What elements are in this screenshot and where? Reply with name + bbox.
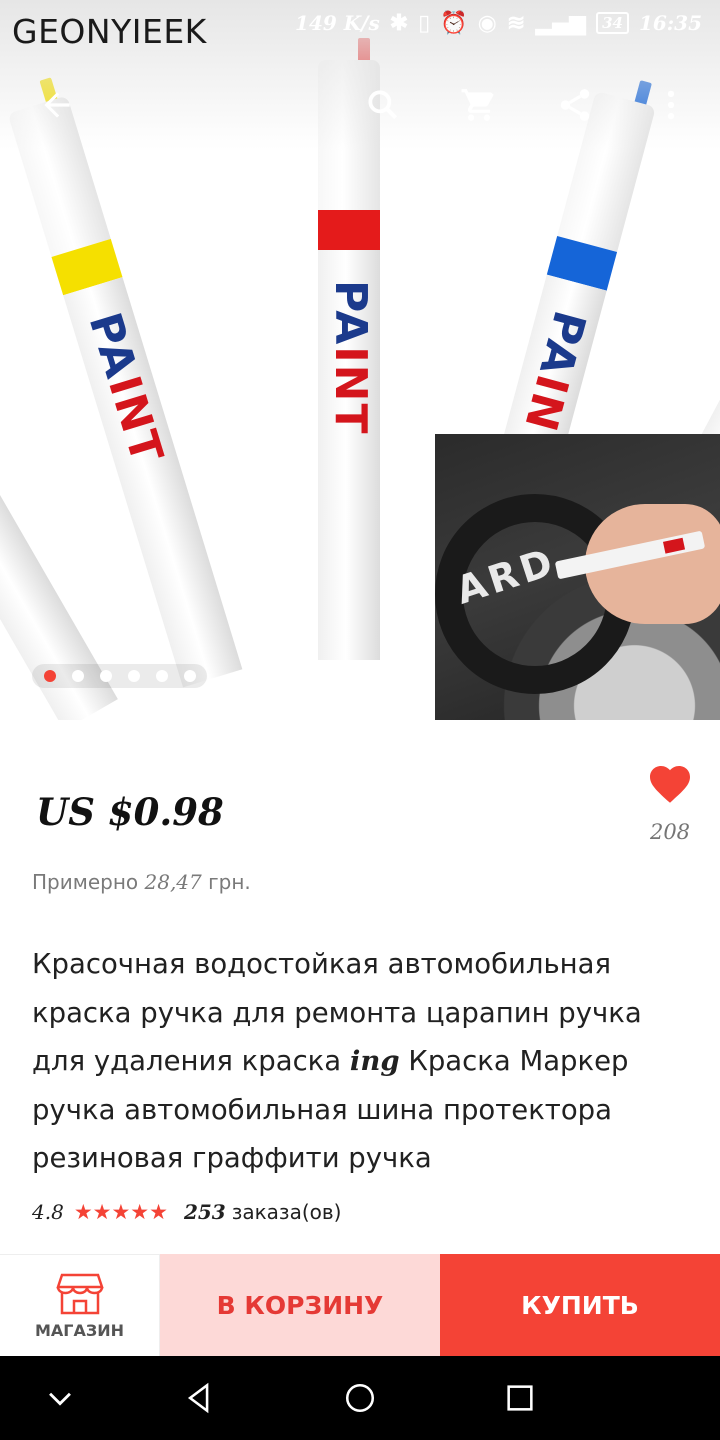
brand-watermark: GEONYIEEK [12, 12, 207, 51]
orders-count: 253 [183, 1200, 226, 1224]
wifi-icon: ≋ [506, 10, 526, 36]
eye-icon: ◉ [477, 10, 497, 36]
gallery-dot[interactable] [100, 670, 112, 682]
approx-currency: грн. [208, 870, 251, 894]
bluetooth-icon: ✱ [389, 10, 409, 36]
rating-row[interactable]: 4.8 ★★★★★ 253 заказа(ов) [32, 1200, 341, 1224]
nav-recents-icon [507, 1385, 533, 1411]
product-title: Красочная водостойкая автомобильная крас… [32, 940, 672, 1183]
orders-label: заказа(ов) [231, 1200, 342, 1224]
approx-price: Примерно 28,47 грн. [32, 870, 251, 894]
gallery-dot[interactable] [156, 670, 168, 682]
search-button[interactable] [356, 78, 410, 132]
more-icon [667, 90, 675, 120]
chevron-down-icon [49, 1392, 71, 1406]
vibrate-icon: ▯ [418, 10, 431, 36]
nav-back-button[interactable] [178, 1376, 222, 1420]
nav-home-icon [345, 1383, 375, 1413]
battery-icon: 34 [596, 12, 629, 34]
cart-button[interactable] [452, 78, 506, 132]
back-arrow-icon [44, 92, 70, 118]
tire-usage-photo: ARD [435, 434, 720, 720]
product-price: US $0.98 [36, 790, 224, 834]
store-icon [55, 1273, 104, 1315]
rating-value: 4.8 [32, 1200, 64, 1224]
share-icon [560, 89, 590, 121]
approx-prefix: Примерно [32, 870, 139, 894]
gallery-dot[interactable] [128, 670, 140, 682]
store-button[interactable]: МАГАЗИН [0, 1254, 160, 1356]
store-label: МАГАЗИН [34, 1321, 125, 1340]
paint-marker-red: PAINT [318, 38, 380, 660]
nav-home-button[interactable] [338, 1376, 382, 1420]
title-text-ing: ing [349, 1045, 400, 1077]
gallery-dot[interactable] [184, 670, 196, 682]
more-options-button[interactable] [644, 78, 698, 132]
nav-back-icon [187, 1382, 209, 1414]
nav-hide-button[interactable] [38, 1376, 82, 1420]
bottom-action-bar: МАГАЗИН В КОРЗИНУ КУПИТЬ [0, 1254, 720, 1356]
top-action-bar [0, 70, 720, 140]
back-button[interactable] [30, 78, 84, 132]
approx-value: 28,47 [144, 870, 202, 894]
heart-icon [650, 766, 690, 803]
rating-stars-icon: ★★★★★ [73, 1200, 168, 1224]
gallery-pagination[interactable] [32, 664, 207, 688]
signal-icon: ▂▄▆ [535, 10, 587, 36]
alarm-icon: ⏰ [440, 10, 468, 36]
wishlist-button[interactable]: 208 [640, 760, 700, 850]
status-indicators: 149 K/s ✱ ▯ ⏰ ◉ ≋ ▂▄▆ 34 16:35 [295, 10, 702, 36]
buy-now-button[interactable]: КУПИТЬ [440, 1254, 720, 1356]
cart-icon [461, 89, 494, 121]
share-button[interactable] [548, 78, 602, 132]
status-bar: GEONYIEEK 149 K/s ✱ ▯ ⏰ ◉ ≋ ▂▄▆ 34 16:35 [0, 0, 720, 52]
gallery-dot-active[interactable] [44, 670, 56, 682]
clock: 16:35 [638, 11, 702, 35]
search-icon [368, 90, 398, 120]
add-to-cart-button[interactable]: В КОРЗИНУ [160, 1254, 440, 1356]
nav-recents-button[interactable] [498, 1376, 542, 1420]
system-nav-bar [0, 1356, 720, 1440]
wishlist-count: 208 [649, 820, 691, 844]
network-speed: 149 K/s [295, 11, 380, 35]
gallery-dot[interactable] [72, 670, 84, 682]
